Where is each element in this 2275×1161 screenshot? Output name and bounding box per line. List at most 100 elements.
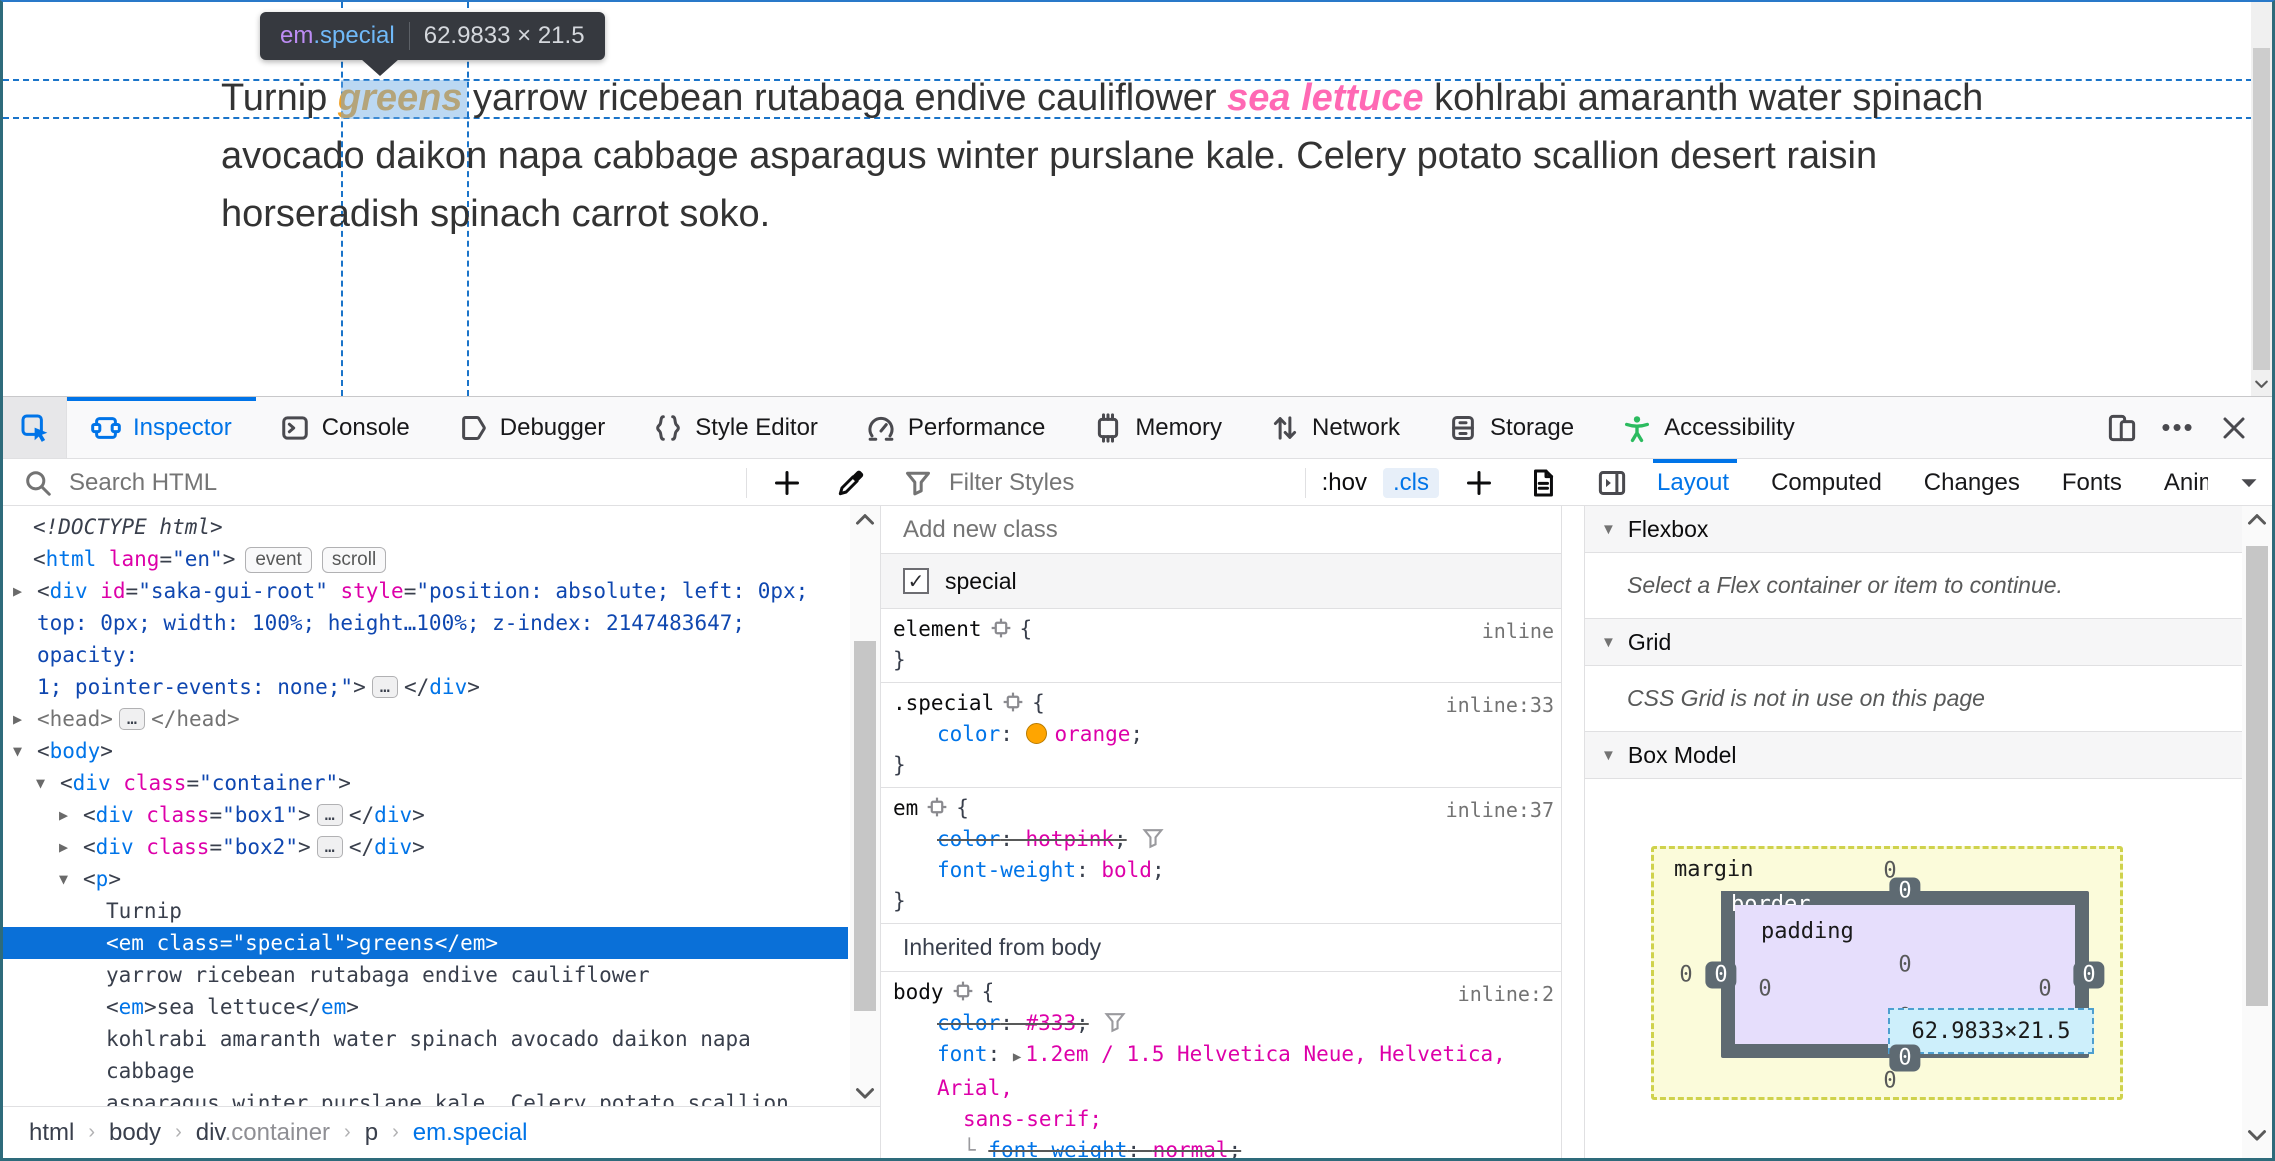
border-right-value[interactable]: 0 [2073,961,2105,989]
sidebar-tab-changes[interactable]: Changes [1920,459,2024,506]
node-badge[interactable]: scroll [321,547,387,573]
devtools-tab-network[interactable]: Network [1246,397,1424,458]
markup-scrollbar-thumb[interactable] [854,641,876,1011]
flexbox-section-header[interactable]: ▼ Flexbox [1585,506,2272,553]
padding-right-value[interactable]: 0 [2038,977,2051,1002]
padding-top-value[interactable]: 0 [1898,953,1911,978]
css-property-color[interactable]: color: #333; [893,1008,1584,1039]
css-property-font-weight[interactable]: └ font-weight: normal; [893,1135,1584,1158]
eyedropper-button[interactable] [827,459,875,507]
filter-styles-input[interactable]: Filter Styles [949,469,1289,497]
markup-row[interactable]: <html lang="en"> event scroll [3,543,848,575]
layout-scrollbar[interactable] [2242,506,2272,1158]
scroll-down-icon[interactable] [2251,372,2272,396]
class-panel-button[interactable]: .cls [1383,467,1439,498]
border-top-value[interactable]: 0 [1889,877,1921,905]
meatball-menu-button[interactable]: ••• [2154,404,2202,452]
rule-source-link[interactable]: inline [1482,616,1554,647]
devtools-tab-accessibility[interactable]: Accessibility [1598,397,1819,458]
markup-row[interactable]: ▶ <div id="saka-gui-root" style="position… [3,575,848,703]
markup-row[interactable]: yarrow ricebean rutabaga endive cauliflo… [3,959,848,991]
scroll-down-icon[interactable] [850,1080,880,1106]
selector-highlighter-icon[interactable] [926,796,948,818]
markup-row[interactable]: <em>sea lettuce</em> [3,991,848,1023]
scroll-up-icon[interactable] [2242,506,2272,532]
collapse-arrow-icon[interactable]: ▼ [13,735,22,767]
expand-arrow-icon[interactable]: ▶ [59,799,68,831]
grid-section-header[interactable]: ▼ Grid [1585,619,2272,666]
sidebar-tab-layout[interactable]: Layout [1653,459,1738,506]
margin-bottom-value[interactable]: 0 [1883,1069,1896,1094]
node-badge[interactable]: event [245,547,312,573]
color-swatch[interactable] [1025,723,1047,744]
breadcrumb-item-div.container[interactable]: div.container [196,1119,330,1147]
breadcrumb-item-body[interactable]: body [109,1119,161,1147]
element-picker-button[interactable] [3,397,67,458]
sidebar-tab-computed[interactable]: Computed [1767,459,1886,506]
overridden-filter-icon[interactable] [1141,826,1165,850]
breadcrumb-item-em.special[interactable]: em.special [413,1119,528,1147]
markup-row[interactable]: ▶ <div class="box2">… </div> [3,831,848,863]
border-left-value[interactable]: 0 [1705,961,1737,989]
add-rule-button[interactable] [1455,459,1503,507]
devtools-tab-memory[interactable]: Memory [1069,397,1246,458]
selector-highlighter-icon[interactable] [952,980,974,1002]
rule-selector[interactable]: .special [893,691,994,715]
layout-scrollbar-thumb[interactable] [2246,546,2268,1006]
devtools-tab-style-editor[interactable]: Style Editor [629,397,842,458]
sidebar-toggle-icon[interactable] [1597,468,1627,498]
selector-highlighter-icon[interactable] [1002,691,1024,713]
devtools-tab-inspector[interactable]: Inspector [67,397,256,458]
border-bottom-value[interactable]: 0 [1889,1044,1921,1072]
markup-row-selected[interactable]: <em class="special">greens</em> [3,927,848,959]
page-scrollbar-thumb[interactable] [2253,48,2270,370]
rule-source-link[interactable]: inline:2 [1458,979,1554,1010]
margin-left-value[interactable]: 0 [1679,963,1692,988]
expand-arrow-icon[interactable]: ▶ [13,703,22,735]
devtools-tab-storage[interactable]: Storage [1424,397,1598,458]
selector-highlighter-icon[interactable] [990,617,1012,639]
rule-selector[interactable]: em [893,796,918,820]
collapsed-ellipsis[interactable]: … [118,708,146,730]
devtools-tab-performance[interactable]: Performance [842,397,1069,458]
markup-row[interactable]: ▶ <head>… </head> [3,703,848,735]
search-html-input[interactable]: Search HTML [69,469,730,497]
overridden-filter-icon[interactable] [1103,1010,1127,1034]
collapse-arrow-icon[interactable]: ▼ [36,767,45,799]
rule-selector[interactable]: body [893,980,944,1004]
css-property-font-weight[interactable]: font-weight: bold; [893,855,1584,886]
sidebar-tab-fonts[interactable]: Fonts [2058,459,2126,506]
class-checkbox[interactable]: ✓ [903,568,929,594]
padding-left-value[interactable]: 0 [1758,977,1771,1002]
close-devtools-button[interactable] [2210,404,2258,452]
expand-longhand-icon[interactable]: ▶ [1013,1049,1021,1065]
collapsed-ellipsis[interactable]: … [316,804,343,826]
breadcrumb-item-html[interactable]: html [29,1119,74,1147]
rule-source-link[interactable]: inline:37 [1446,795,1554,826]
page-scrollbar[interactable] [2251,2,2272,396]
markup-row[interactable]: <!DOCTYPE html> [3,511,848,543]
collapse-arrow-icon[interactable]: ▼ [59,863,68,895]
scroll-down-icon[interactable] [2242,1122,2272,1148]
sidebar-tab-animati[interactable]: Animati [2160,459,2208,506]
expand-arrow-icon[interactable]: ▶ [13,575,22,607]
expand-arrow-icon[interactable]: ▶ [59,831,68,863]
markup-row[interactable]: ▶ <div class="box1">… </div> [3,799,848,831]
pseudo-class-button[interactable]: :hov [1322,469,1367,497]
print-media-button[interactable] [1519,459,1567,507]
rules-scrollbar-gutter[interactable] [1561,506,1584,1158]
collapsed-ellipsis[interactable]: … [371,676,398,698]
collapsed-ellipsis[interactable]: … [316,836,343,858]
devtools-tab-console[interactable]: Console [256,397,434,458]
scroll-up-icon[interactable] [850,506,880,532]
add-node-button[interactable] [763,459,811,507]
devtools-tab-debugger[interactable]: Debugger [434,397,629,458]
markup-row[interactable]: ▼ <div class="container"> [3,767,848,799]
markup-row[interactable]: ▼ <p> [3,863,848,895]
css-property-color[interactable]: color: hotpink; [893,824,1584,855]
boxmodel-section-header[interactable]: ▼ Box Model [1585,732,2272,779]
class-toggle-label[interactable]: special [945,568,1017,595]
markup-row[interactable]: ▼ <body> [3,735,848,767]
rule-selector[interactable]: element [893,617,982,641]
breadcrumb-item-p[interactable]: p [365,1119,378,1147]
